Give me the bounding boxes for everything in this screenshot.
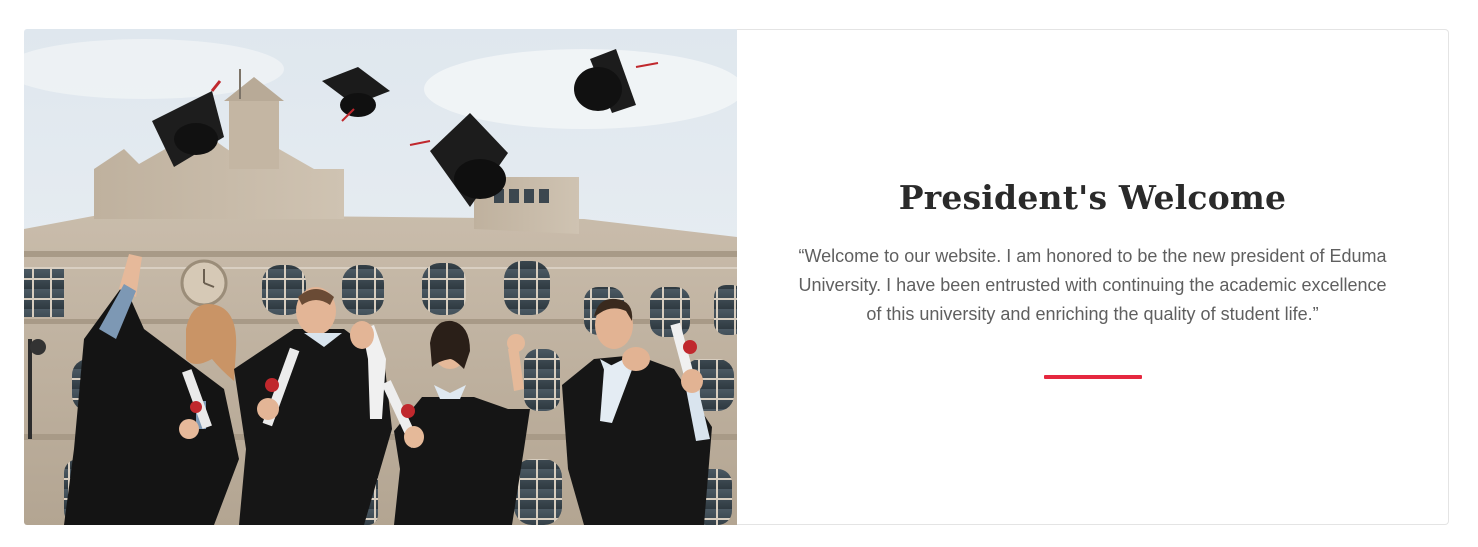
graduates-photo: [24, 29, 737, 525]
welcome-panel: President's Welcome “Welcome to our webs…: [737, 29, 1449, 525]
presidents-welcome-section: President's Welcome “Welcome to our webs…: [24, 29, 1449, 525]
accent-divider: [1043, 375, 1142, 379]
graduates-throwing-caps-image: [24, 29, 737, 525]
welcome-title: President's Welcome: [898, 178, 1287, 217]
welcome-content: President's Welcome “Welcome to our webs…: [737, 176, 1448, 379]
welcome-quote: “Welcome to our website. I am honored to…: [798, 246, 1387, 324]
